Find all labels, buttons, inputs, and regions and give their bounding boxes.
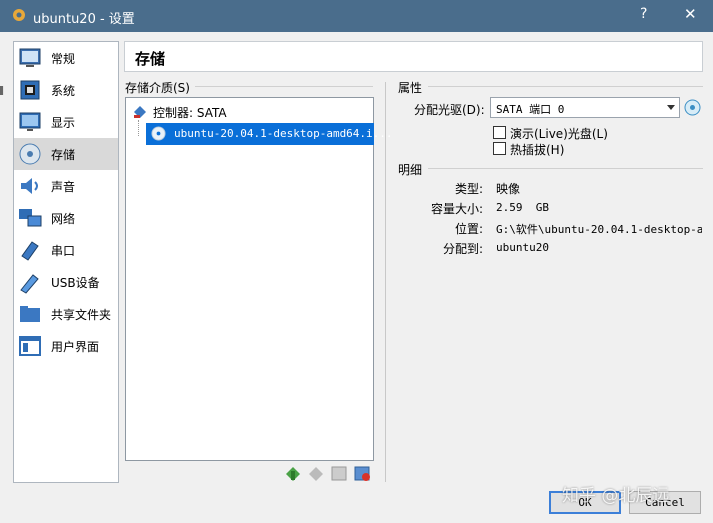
display-icon [19,112,41,131]
audio-icon [21,178,38,194]
sidebar-item-usb[interactable]: USB设备 [14,266,118,298]
sidebar-item-label: 用户界面 [51,340,100,354]
serial-port-icon [21,241,39,261]
location-label: 位置: [455,222,484,236]
controller-icon [134,106,146,118]
drive-select[interactable]: SATA 端口 0 [490,97,680,118]
virtualbox-gear-icon [13,9,25,21]
close-button[interactable]: ✕ [684,5,697,23]
sidebar-item-system[interactable]: 系统 [14,74,118,106]
panel-divider [385,82,386,482]
group-divider [428,86,703,87]
add-attachment-icon[interactable] [330,464,348,482]
user-interface-icon [19,336,41,356]
sidebar-item-label: 显示 [51,116,76,130]
optical-disk-item[interactable]: ubuntu-20.04.1-desktop-amd64.i... [146,123,393,145]
location-value: G:\软件\ubuntu-20.04.1-desktop-a… [496,223,702,236]
sidebar-item-user-interface[interactable]: 用户界面 [14,330,118,362]
add-controller-icon[interactable] [284,464,302,482]
sidebar-item-display[interactable]: 显示 [14,106,118,138]
background-window-edge: ▌ [0,86,5,95]
settings-sidebar: 常规 系统 显示 存储 声音 网络 串口 USB设备 共享文件夹 用户界面 [13,41,119,483]
size-value: 2.59 GB [496,201,549,214]
size-label: 容量大小: [431,202,484,216]
sidebar-item-shared-folders[interactable]: 共享文件夹 [14,298,118,330]
page-title: 存储 [135,50,166,68]
sidebar-item-label: 网络 [51,212,76,226]
sidebar-item-label: 系统 [51,84,76,98]
type-value: 映像 [496,182,521,196]
group-divider [428,168,703,169]
sidebar-item-label: 串口 [51,244,76,258]
hotplug-checkbox[interactable] [493,142,506,155]
optical-disc-icon [151,126,166,141]
hotplug-label[interactable]: 热插拔(H) [510,141,564,158]
sidebar-item-label: USB设备 [51,276,100,290]
attributes-heading: 属性 [398,81,423,95]
storage-icon [19,143,41,165]
watermark: 知乎 @北辰远 [562,486,670,506]
network-icon [19,209,42,227]
system-icon [20,80,40,100]
chevron-down-icon [667,105,675,110]
live-cd-label[interactable]: 演示(Live)光盘(L) [510,125,608,142]
tree-guide-line [138,120,139,136]
general-icon [19,48,41,67]
sidebar-item-label: 声音 [51,180,76,194]
choose-disk-icon[interactable] [684,99,701,116]
sidebar-item-network[interactable]: 网络 [14,202,118,234]
sidebar-item-label: 共享文件夹 [51,308,112,322]
drive-label: 分配光驱(D): [414,103,485,117]
shared-folder-icon [20,306,40,322]
storage-tree[interactable]: 控制器: SATA ubuntu-20.04.1-desktop-amd64.i… [125,97,393,461]
live-cd-checkbox[interactable] [493,126,506,139]
attached-to-value: ubuntu20 [496,241,549,254]
title-bar: ubuntu20 - 设置 ? ✕ [0,0,713,32]
help-button[interactable]: ? [640,6,647,22]
page-title-box: 存储 [124,41,703,72]
controller-label[interactable]: 控制器: SATA [153,104,227,121]
sidebar-item-label: 常规 [51,52,76,66]
drive-select-value: SATA 端口 0 [496,103,565,116]
remove-controller-icon[interactable] [307,464,325,482]
details-heading: 明细 [398,163,423,177]
sidebar-item-label: 存储 [51,148,76,162]
usb-icon [20,274,39,294]
sidebar-item-storage[interactable]: 存储 [14,138,118,170]
group-divider [195,86,373,87]
window-title: ubuntu20 - 设置 [33,12,135,27]
storage-media-label: 存储介质(S) [125,81,190,95]
disk-label: ubuntu-20.04.1-desktop-amd64.i... [174,127,393,140]
sidebar-item-general[interactable]: 常规 [14,42,118,74]
remove-attachment-icon[interactable] [353,464,371,482]
sidebar-item-serial-port[interactable]: 串口 [14,234,118,266]
attached-to-label: 分配到: [443,242,484,256]
sidebar-item-audio[interactable]: 声音 [14,170,118,202]
type-label: 类型: [455,182,484,196]
